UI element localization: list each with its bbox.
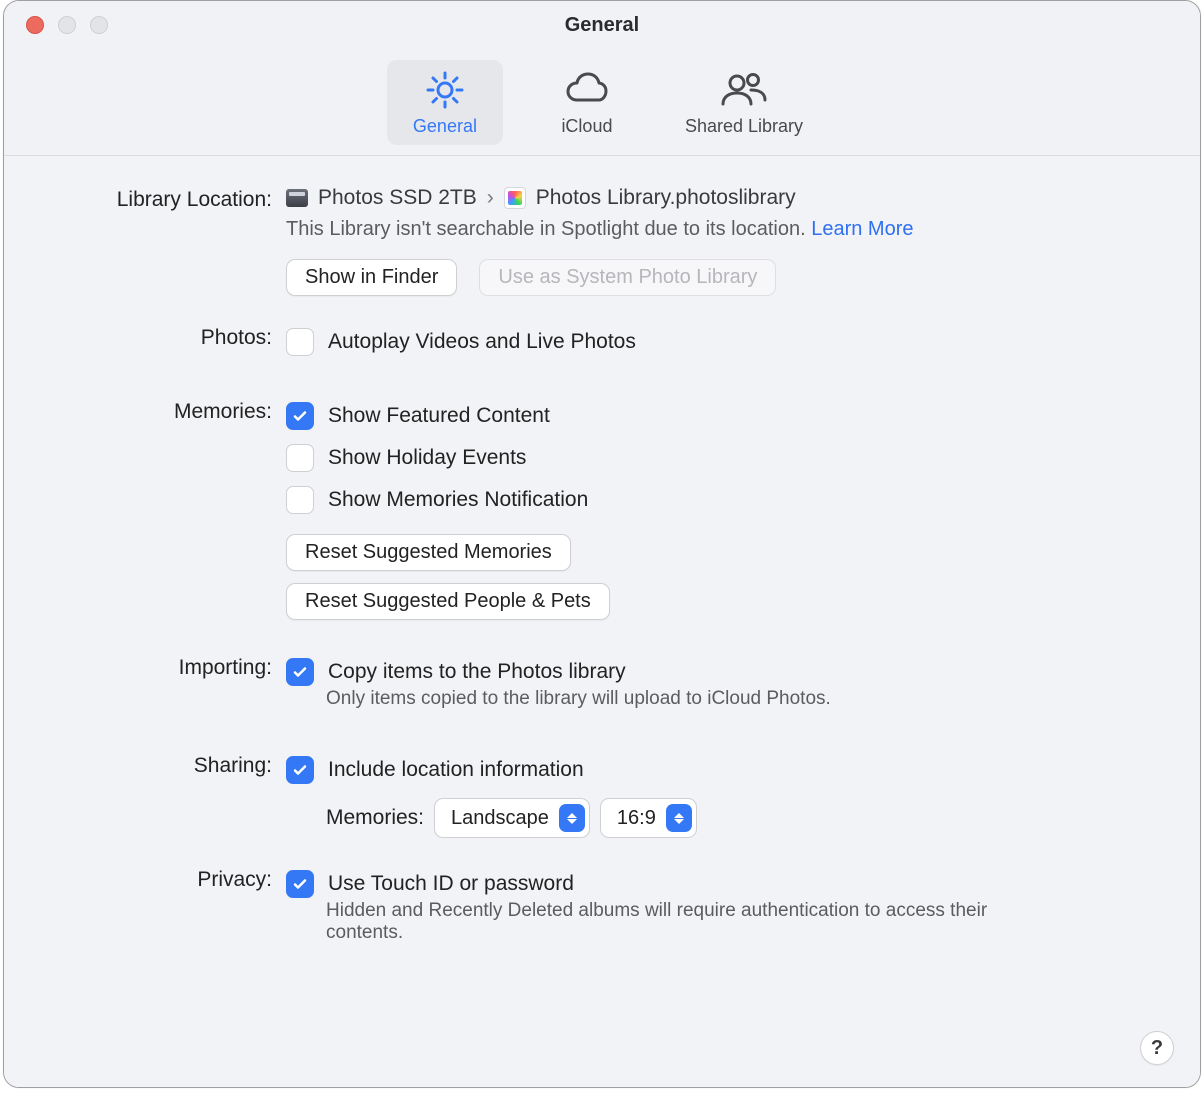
autoplay-checkbox[interactable] xyxy=(286,328,314,356)
zoom-window-button[interactable] xyxy=(90,16,108,34)
close-window-button[interactable] xyxy=(26,16,44,34)
include-location-checkbox[interactable] xyxy=(286,756,314,784)
content-pane: Library Location: Photos SSD 2TB › Photo… xyxy=(4,156,1200,1087)
updown-chevron-icon xyxy=(666,804,692,832)
reset-memories-button[interactable]: Reset Suggested Memories xyxy=(286,534,571,571)
autoplay-label: Autoplay Videos and Live Photos xyxy=(328,330,636,354)
tab-icloud-label: iCloud xyxy=(561,116,612,137)
memories-format-label: Memories: xyxy=(326,806,424,830)
library-file-name: Photos Library.photoslibrary xyxy=(536,186,796,210)
use-as-system-library-button: Use as System Photo Library xyxy=(479,259,776,296)
window-controls xyxy=(26,16,108,34)
cloud-icon xyxy=(563,70,611,110)
privacy-section-label: Privacy: xyxy=(54,866,286,892)
titlebar: General xyxy=(4,1,1200,49)
show-in-finder-button[interactable]: Show in Finder xyxy=(286,259,457,296)
tab-shared-library[interactable]: Shared Library xyxy=(671,60,817,145)
privacy-note: Hidden and Recently Deleted albums will … xyxy=(326,900,1046,944)
reset-people-button[interactable]: Reset Suggested People & Pets xyxy=(286,583,610,620)
tab-icloud[interactable]: iCloud xyxy=(529,60,645,145)
tab-shared-label: Shared Library xyxy=(685,116,803,137)
show-featured-checkbox[interactable] xyxy=(286,402,314,430)
show-featured-label: Show Featured Content xyxy=(328,404,550,428)
sharing-section-label: Sharing: xyxy=(54,752,286,778)
drive-icon xyxy=(286,189,308,207)
preferences-toolbar: General iCloud Shared Library xyxy=(4,49,1200,156)
show-notification-label: Show Memories Notification xyxy=(328,488,588,512)
minimize-window-button[interactable] xyxy=(58,16,76,34)
updown-chevron-icon xyxy=(559,804,585,832)
photos-library-icon xyxy=(504,187,526,209)
aspect-select[interactable]: 16:9 xyxy=(600,798,697,838)
touchid-label: Use Touch ID or password xyxy=(328,872,574,896)
orientation-select[interactable]: Landscape xyxy=(434,798,590,838)
people-icon xyxy=(718,70,770,110)
learn-more-link[interactable]: Learn More xyxy=(811,218,913,240)
gear-icon xyxy=(425,70,465,110)
photos-section-label: Photos: xyxy=(54,324,286,350)
show-notification-checkbox[interactable] xyxy=(286,486,314,514)
memories-section-label: Memories: xyxy=(54,398,286,424)
chevron-right-icon: › xyxy=(487,186,494,210)
window-title: General xyxy=(4,14,1200,37)
library-spotlight-note: This Library isn't searchable in Spotlig… xyxy=(286,218,1150,241)
library-volume-name: Photos SSD 2TB xyxy=(318,186,477,210)
importing-note: Only items copied to the library will up… xyxy=(326,688,1046,710)
show-holiday-label: Show Holiday Events xyxy=(328,446,526,470)
library-location-path: Photos SSD 2TB › Photos Library.photosli… xyxy=(286,186,1150,210)
preferences-window: General General xyxy=(3,0,1201,1088)
tab-general[interactable]: General xyxy=(387,60,503,145)
touchid-checkbox[interactable] xyxy=(286,870,314,898)
copy-items-label: Copy items to the Photos library xyxy=(328,660,626,684)
aspect-value: 16:9 xyxy=(617,807,656,830)
orientation-value: Landscape xyxy=(451,807,549,830)
library-location-label: Library Location: xyxy=(54,186,286,212)
tab-general-label: General xyxy=(413,116,477,137)
show-holiday-checkbox[interactable] xyxy=(286,444,314,472)
include-location-label: Include location information xyxy=(328,758,584,782)
copy-items-checkbox[interactable] xyxy=(286,658,314,686)
help-button[interactable]: ? xyxy=(1140,1031,1174,1065)
importing-section-label: Importing: xyxy=(54,654,286,680)
